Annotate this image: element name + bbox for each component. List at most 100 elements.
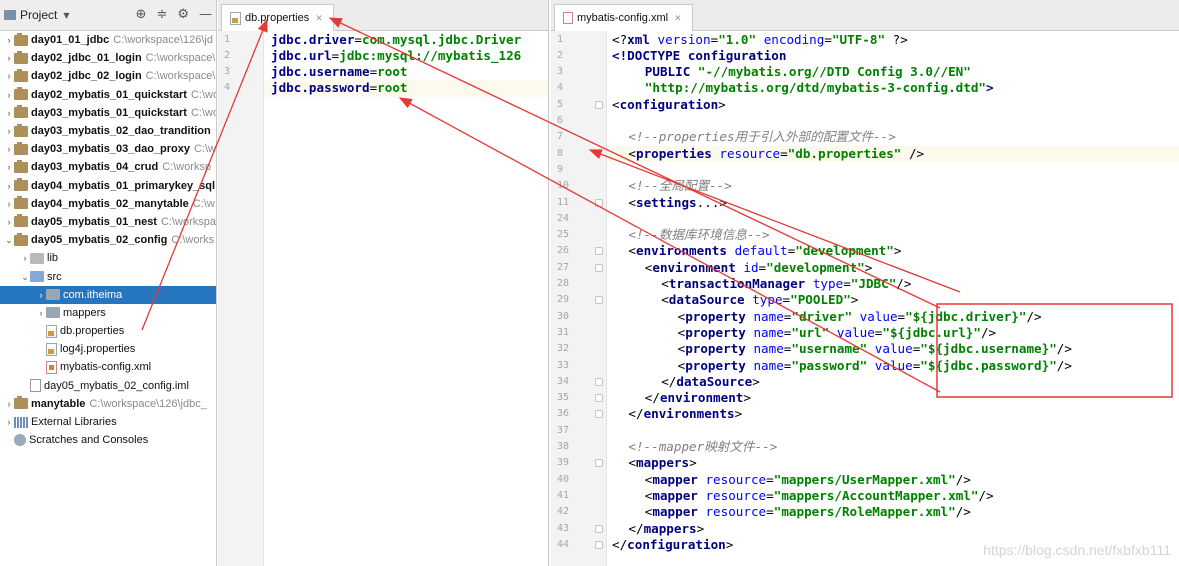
- fold-marker-icon[interactable]: [595, 410, 603, 419]
- tree-item-label: day05_mybatis_01_nest: [31, 215, 157, 228]
- close-icon[interactable]: ✕: [674, 13, 682, 24]
- fold-marker-icon[interactable]: [595, 459, 603, 468]
- chevron-right-icon[interactable]: ›: [4, 413, 14, 431]
- chevron-right-icon[interactable]: ›: [4, 395, 14, 413]
- code-token: dataSource: [668, 292, 745, 308]
- tree-item-path: C:\works: [171, 234, 215, 247]
- code-token: mapper: [652, 504, 698, 520]
- fold-marker-icon[interactable]: [595, 296, 603, 305]
- chevron-right-icon[interactable]: ›: [20, 249, 30, 267]
- code-token: =: [758, 259, 767, 275]
- tree-item[interactable]: day05_mybatis_02_config.iml: [0, 377, 216, 395]
- code-token: <: [612, 96, 620, 112]
- iml-file-icon: [30, 379, 41, 393]
- code-token: value: [829, 324, 875, 340]
- line-number: 24: [557, 212, 570, 224]
- chevron-down-icon[interactable]: ⌄: [20, 268, 30, 286]
- tab-db-properties[interactable]: db.properties ✕: [221, 4, 334, 31]
- code-token: jdbc:mysql://mybatis_126: [339, 47, 522, 63]
- tree-item[interactable]: › day03_mybatis_01_quickstart C:\wo: [0, 104, 216, 122]
- tree-item[interactable]: › day04_mybatis_01_primarykey_sql: [0, 177, 216, 195]
- tree-item[interactable]: › day03_mybatis_04_crud C:\worksp: [0, 158, 216, 176]
- tree-item[interactable]: › day05_mybatis_01_nest C:\workspa: [0, 213, 216, 231]
- tree-item-label: day04_mybatis_01_primarykey_sql: [31, 179, 216, 192]
- tree-item[interactable]: › mappers: [0, 304, 216, 322]
- code-token: resource: [697, 487, 767, 503]
- chevron-right-icon[interactable]: ›: [4, 49, 14, 67]
- collapse-all-icon[interactable]: ≑: [156, 7, 167, 22]
- project-panel-title[interactable]: Project: [20, 8, 57, 22]
- tree-item[interactable]: db.properties: [0, 322, 216, 340]
- chevron-down-icon[interactable]: ⌄: [4, 231, 14, 249]
- tree-item[interactable]: › day02_jdbc_01_login C:\workspace\: [0, 49, 216, 67]
- chevron-right-icon[interactable]: ›: [4, 122, 14, 140]
- tree-item[interactable]: › com.itheima: [0, 285, 216, 304]
- line-number: 3: [557, 66, 564, 78]
- chevron-right-icon[interactable]: ›: [4, 86, 14, 104]
- tree-item[interactable]: › manytable C:\workspace\126\jdbc_: [0, 395, 216, 413]
- line-number: 1: [557, 33, 564, 45]
- locate-icon[interactable]: ⊕: [136, 7, 147, 22]
- tree-item[interactable]: › day02_mybatis_01_quickstart C:\wo: [0, 86, 216, 104]
- chevron-right-icon[interactable]: ›: [4, 158, 14, 176]
- fold-marker-icon[interactable]: [595, 394, 603, 403]
- code-token: >: [734, 406, 743, 422]
- code-token: environments: [643, 406, 735, 422]
- tree-item[interactable]: › day02_jdbc_02_login C:\workspace\: [0, 67, 216, 85]
- close-icon[interactable]: ✕: [315, 13, 323, 24]
- tree-item[interactable]: › day04_mybatis_02_manytable C:\w: [0, 195, 216, 213]
- tree-item[interactable]: › day03_mybatis_02_dao_trandition: [0, 122, 216, 140]
- hide-panel-icon[interactable]: —: [199, 7, 212, 22]
- fold-marker-icon[interactable]: [595, 247, 603, 256]
- chevron-right-icon[interactable]: ›: [4, 195, 14, 213]
- package-icon: [46, 307, 60, 319]
- code-token: </: [644, 390, 660, 406]
- chevron-down-icon[interactable]: ▼: [63, 11, 69, 20]
- tree-item[interactable]: ⌄ day05_mybatis_02_config C:\works: [0, 231, 216, 249]
- fold-marker-icon[interactable]: [595, 198, 603, 207]
- code-line: <mapper resource="mappers/UserMapper.xml…: [645, 472, 971, 488]
- tree-item[interactable]: › lib: [0, 249, 216, 267]
- chevron-right-icon[interactable]: ›: [4, 213, 14, 231]
- code-line: jdbc.driver=com.mysql.jdbc.Driver: [271, 32, 521, 48]
- fold-marker-icon[interactable]: [595, 540, 603, 549]
- tree-item-label: Scratches and Consoles: [29, 434, 149, 447]
- code-token: settings: [635, 194, 697, 210]
- gear-icon[interactable]: ⚙: [177, 7, 189, 22]
- tree-item[interactable]: ⌄ src: [0, 267, 216, 285]
- editor-tab-bar: mybatis-config.xml ✕: [551, 0, 1179, 31]
- fold-marker-icon[interactable]: [595, 377, 603, 386]
- code-token: =: [766, 504, 774, 520]
- chevron-right-icon[interactable]: ›: [4, 140, 14, 158]
- module-folder-icon: [14, 159, 28, 173]
- tree-item-path: C:\workspace\: [145, 70, 216, 83]
- chevron-right-icon[interactable]: ›: [4, 104, 14, 122]
- tree-item-path: C:\w: [192, 197, 215, 210]
- code-token: resource: [697, 471, 767, 487]
- tree-item-label: mappers: [63, 306, 106, 319]
- code-token: configuration: [680, 47, 787, 63]
- tree-item[interactable]: › External Libraries: [0, 413, 216, 431]
- tree-item[interactable]: › day03_mybatis_03_dao_proxy C:\w: [0, 140, 216, 158]
- code-line: </environments>: [628, 406, 742, 422]
- code-token: com.mysql.jdbc.Driver: [362, 31, 522, 47]
- chevron-right-icon[interactable]: ›: [4, 177, 14, 195]
- tree-item[interactable]: › day01_01_jdbc C:\workspace\126\jd: [0, 31, 216, 49]
- tab-mybatis-config[interactable]: mybatis-config.xml ✕: [554, 4, 693, 31]
- tree-item[interactable]: Scratches and Consoles: [0, 431, 216, 449]
- chevron-right-icon[interactable]: ›: [4, 67, 14, 85]
- code-token: xml: [627, 31, 650, 47]
- module-folder-icon: [14, 50, 28, 64]
- chevron-right-icon[interactable]: ›: [36, 304, 46, 322]
- code-token: jdbc.username: [271, 64, 370, 80]
- fold-marker-icon[interactable]: [595, 263, 603, 272]
- code-token: />: [1026, 308, 1042, 324]
- chevron-right-icon[interactable]: ›: [4, 31, 14, 49]
- fold-marker-icon[interactable]: [595, 524, 603, 533]
- chevron-right-icon[interactable]: ›: [36, 286, 46, 304]
- tree-item[interactable]: mybatis-config.xml: [0, 358, 216, 376]
- code-line: </dataSource>: [661, 374, 760, 390]
- fold-marker-icon[interactable]: [595, 100, 603, 109]
- code-token: =: [354, 31, 362, 47]
- tree-item[interactable]: log4j.properties: [0, 340, 216, 358]
